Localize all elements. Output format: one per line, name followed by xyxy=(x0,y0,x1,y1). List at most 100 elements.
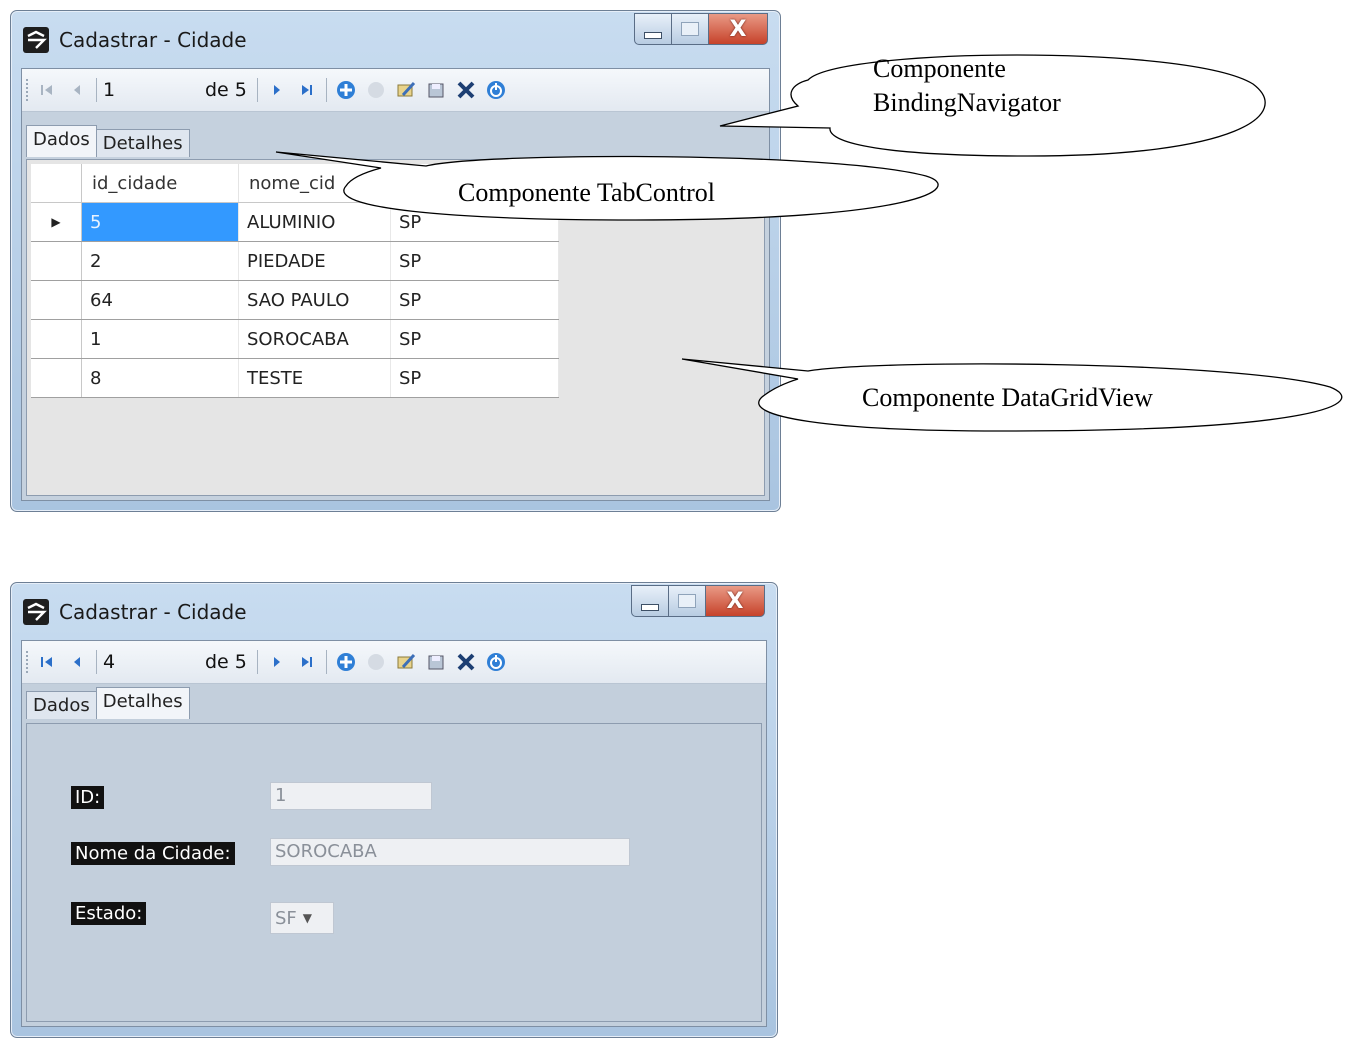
cancel-icon xyxy=(457,81,475,99)
move-next-button[interactable] xyxy=(264,77,290,103)
grid-cell-uf[interactable]: SP xyxy=(390,241,559,281)
edit-button[interactable] xyxy=(393,649,419,675)
position-input[interactable] xyxy=(101,79,205,101)
row-header-corner[interactable] xyxy=(31,164,82,203)
grid-cell-nome[interactable]: SOROCABA xyxy=(238,319,391,359)
add-new-icon xyxy=(336,653,355,671)
form-client-area: de 5 Dados Detalhes id_cidade nome_cid xyxy=(21,68,770,501)
table-row[interactable]: 1 SOROCABA SP xyxy=(31,319,559,359)
title-bar[interactable]: Cadastrar - Cidade X xyxy=(11,11,780,67)
tab-dados[interactable]: Dados xyxy=(26,691,97,719)
grid-cell-id[interactable]: 64 xyxy=(81,280,239,320)
move-first-icon xyxy=(41,657,52,667)
move-last-button[interactable] xyxy=(294,649,320,675)
estado-combo[interactable]: SF ▼ xyxy=(270,902,334,934)
callout-text: Componente BindingNavigator xyxy=(873,52,1061,120)
exit-button[interactable] xyxy=(483,649,509,675)
grid-cell-uf[interactable]: SP xyxy=(390,280,559,320)
current-row-indicator-icon[interactable]: ▶ xyxy=(31,202,82,242)
tab-control-header: Dados Detalhes xyxy=(26,125,190,157)
separator xyxy=(325,78,327,102)
edit-icon xyxy=(397,653,415,669)
grid-cell-id[interactable]: 2 xyxy=(81,241,239,281)
tab-control-header: Dados Detalhes xyxy=(26,687,190,719)
count-label: de 5 xyxy=(205,651,247,673)
estado-label: Estado: xyxy=(71,902,147,925)
close-button[interactable]: X xyxy=(706,585,765,617)
grid-cell-nome[interactable]: TESTE xyxy=(238,358,391,398)
id-field[interactable]: 1 xyxy=(270,782,432,810)
close-icon: X xyxy=(729,16,747,42)
move-previous-button[interactable] xyxy=(64,77,90,103)
move-first-icon xyxy=(41,85,52,95)
window-cadastrar-cidade-detalhes: Cadastrar - Cidade X de 5 Dados xyxy=(10,582,778,1038)
toolbar-grip[interactable] xyxy=(26,79,32,101)
caption-buttons: X xyxy=(631,585,765,623)
grid-cell-id[interactable]: 5 xyxy=(81,202,239,242)
move-first-button[interactable] xyxy=(34,649,60,675)
grid-cell-uf[interactable]: SP xyxy=(390,319,559,359)
move-previous-icon xyxy=(74,85,80,95)
position-input[interactable] xyxy=(101,651,205,673)
move-first-button[interactable] xyxy=(34,77,60,103)
close-icon: X xyxy=(726,588,744,614)
power-icon xyxy=(486,81,505,99)
maximize-button[interactable] xyxy=(672,13,709,45)
move-last-button[interactable] xyxy=(294,77,320,103)
move-next-button[interactable] xyxy=(264,649,290,675)
table-row[interactable]: 8 TESTE SP xyxy=(31,358,559,398)
grid-cell-id[interactable]: 1 xyxy=(81,319,239,359)
callout-text: Componente DataGridView xyxy=(862,383,1153,412)
toolbar-grip[interactable] xyxy=(26,651,32,673)
minimize-button[interactable] xyxy=(631,585,669,617)
separator xyxy=(256,78,258,102)
title-bar[interactable]: Cadastrar - Cidade X xyxy=(11,583,777,639)
minimize-icon xyxy=(641,603,659,611)
tab-dados[interactable]: Dados xyxy=(26,125,97,157)
edit-button[interactable] xyxy=(393,77,419,103)
table-row[interactable]: 2 PIEDADE SP xyxy=(31,241,559,281)
minimize-icon xyxy=(644,31,662,39)
grid-cell-id[interactable]: 8 xyxy=(81,358,239,398)
callout-text: Componente TabControl xyxy=(458,178,715,207)
callout-line-2: BindingNavigator xyxy=(873,88,1061,117)
grid-cell-nome[interactable]: SAO PAULO xyxy=(238,280,391,320)
save-icon xyxy=(428,655,444,670)
id-label: ID: xyxy=(71,786,105,809)
save-button[interactable] xyxy=(423,77,449,103)
row-header[interactable] xyxy=(31,241,82,281)
row-header[interactable] xyxy=(31,280,82,320)
minimize-button[interactable] xyxy=(634,13,672,45)
binding-navigator: de 5 xyxy=(22,641,766,684)
window-title: Cadastrar - Cidade xyxy=(59,28,247,52)
add-new-button[interactable] xyxy=(333,77,359,103)
delete-icon xyxy=(367,82,384,98)
add-new-button[interactable] xyxy=(333,649,359,675)
cancel-button[interactable] xyxy=(453,77,479,103)
row-header[interactable] xyxy=(31,319,82,359)
grid-cell-uf[interactable]: SP xyxy=(390,358,559,398)
move-previous-button[interactable] xyxy=(64,649,90,675)
cancel-button[interactable] xyxy=(453,649,479,675)
form-client-area: de 5 Dados Detalhes ID: 1 Nome da Cidade… xyxy=(21,640,767,1027)
delete-button[interactable] xyxy=(363,77,389,103)
table-row[interactable]: 64 SAO PAULO SP xyxy=(31,280,559,320)
nome-cidade-field[interactable]: SOROCABA xyxy=(270,838,630,866)
tab-page-detalhes: ID: 1 Nome da Cidade: SOROCABA Estado: S… xyxy=(26,723,762,1022)
delete-icon xyxy=(367,654,384,670)
exit-button[interactable] xyxy=(483,77,509,103)
column-header-id[interactable]: id_cidade xyxy=(81,164,239,203)
callout-line-1: Componente xyxy=(873,54,1006,83)
maximize-icon xyxy=(678,594,696,608)
tab-detalhes[interactable]: Detalhes xyxy=(95,687,190,719)
save-button[interactable] xyxy=(423,649,449,675)
maximize-button[interactable] xyxy=(669,585,706,617)
close-button[interactable]: X xyxy=(709,13,768,45)
row-header[interactable] xyxy=(31,358,82,398)
delete-button[interactable] xyxy=(363,649,389,675)
app-icon xyxy=(23,27,49,53)
move-next-icon xyxy=(273,85,280,95)
callout-data-grid-view: Componente DataGridView xyxy=(680,355,1350,435)
tab-detalhes[interactable]: Detalhes xyxy=(95,129,190,157)
grid-cell-nome[interactable]: PIEDADE xyxy=(238,241,391,281)
